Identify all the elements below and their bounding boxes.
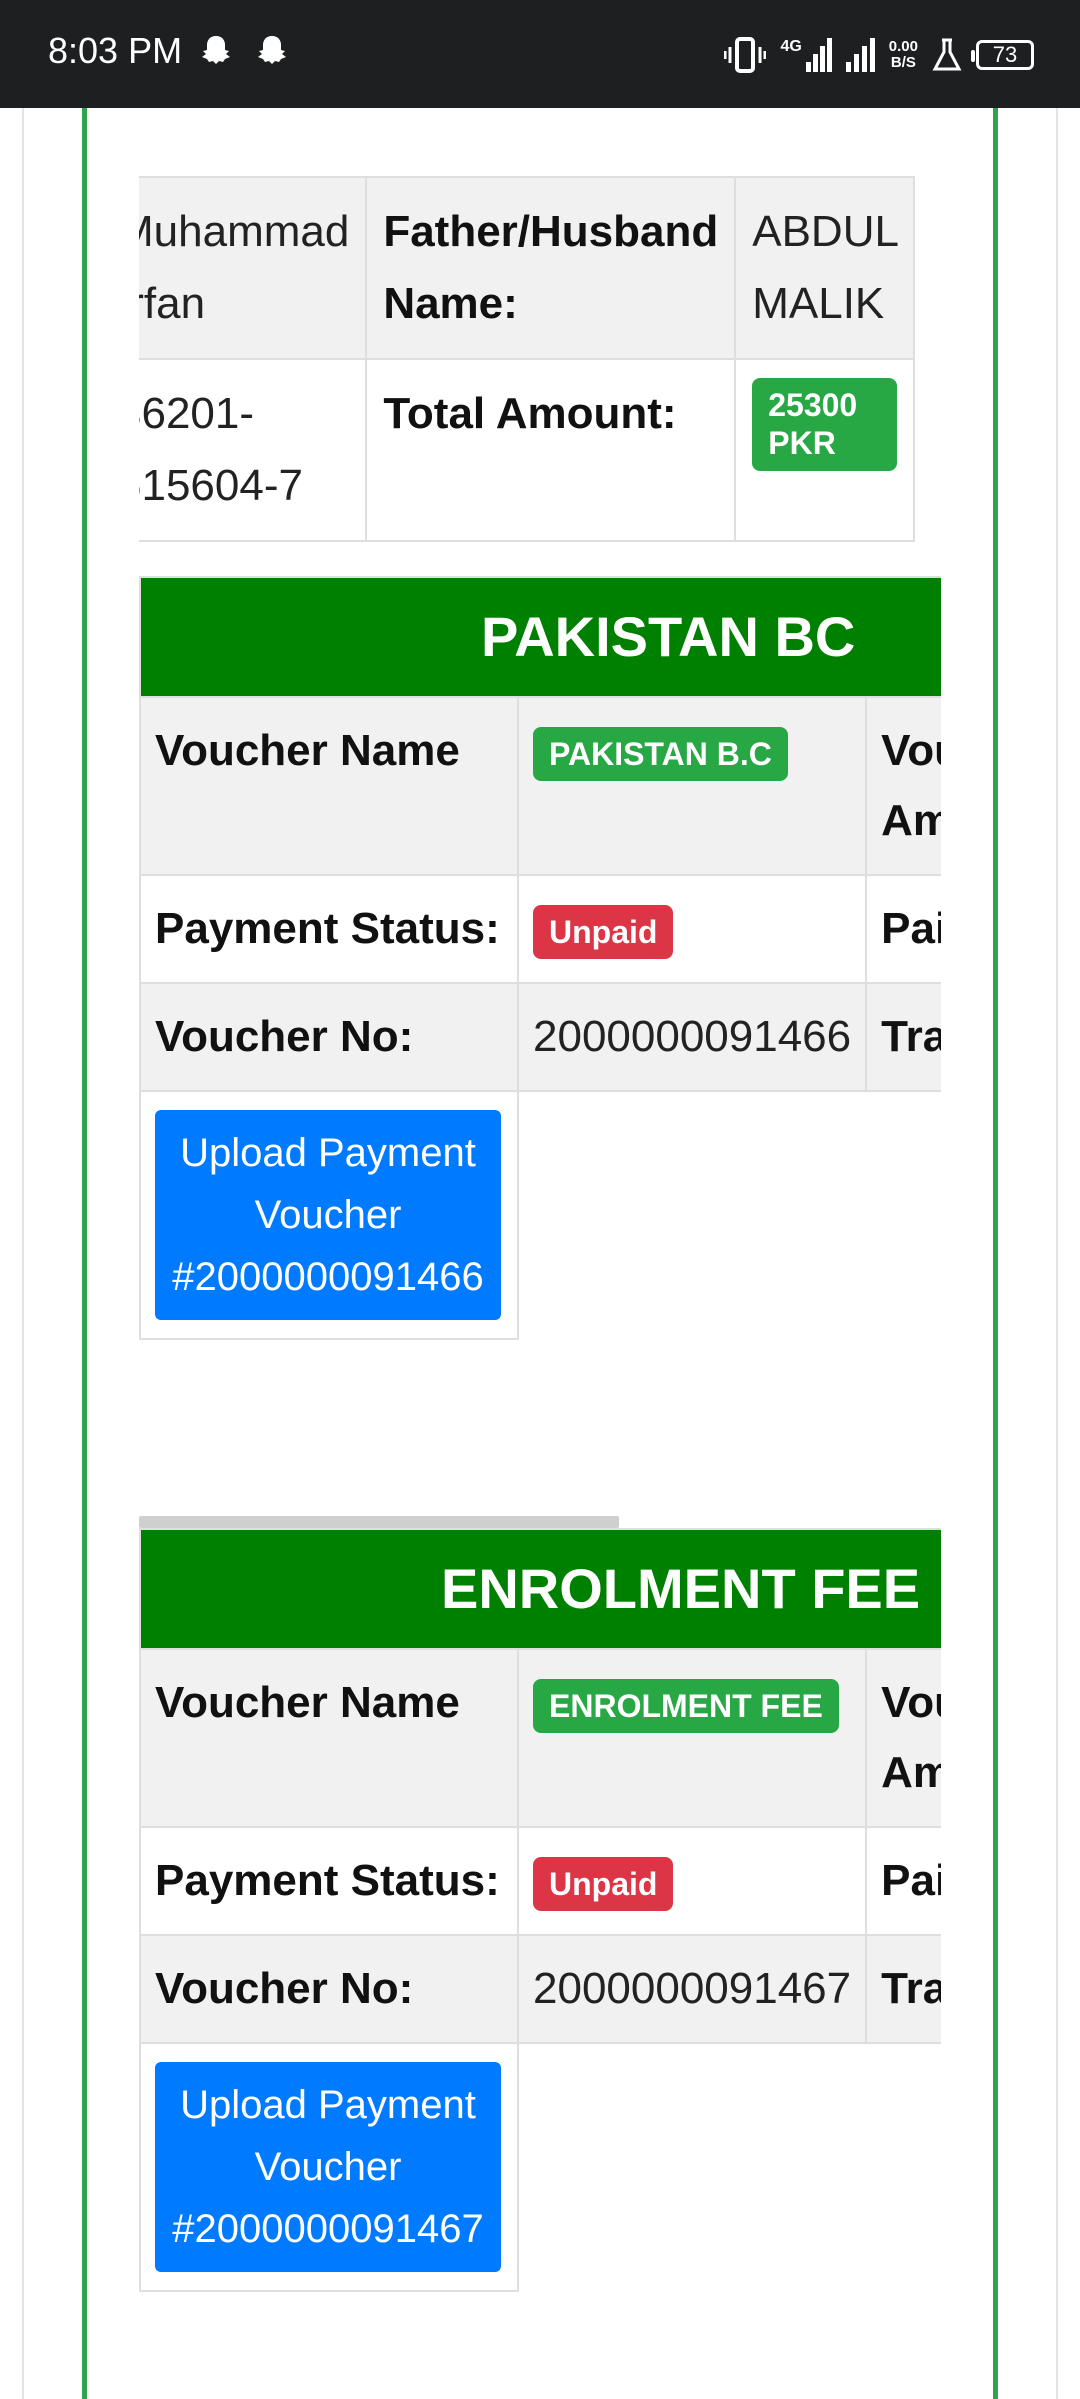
voucher-table: PAKISTAN BC Voucher Name PAKISTAN B.C Vo… <box>139 576 941 1340</box>
voucher-name-cell: ENROLMENT FEE <box>516 1648 868 1828</box>
voucher-title: ENROLMENT FEE <box>139 1528 941 1650</box>
paid-label: Paid <box>865 1826 941 1936</box>
cnic-value: 36201-615604-7 <box>139 358 368 542</box>
status-badge: Unpaid <box>533 1857 674 1912</box>
student-info-table: MuhammadIrfan Father/Husband Name: ABDUL… <box>139 176 916 542</box>
snapchat-icon <box>258 36 286 64</box>
signal-icon: 4G <box>780 38 832 72</box>
paid-label: Paid <box>865 874 941 984</box>
voucher-table: ENROLMENT FEE Voucher Name ENROLMENT FEE… <box>139 1528 941 2292</box>
voucher-no-label: Voucher No: <box>139 1934 519 2044</box>
voucher-no-value: 2000000091466 <box>516 982 868 1092</box>
voucher-name-badge: PAKISTAN B.C <box>533 727 788 782</box>
vibrate-icon <box>724 37 767 73</box>
payment-status-label: Payment Status: <box>139 1826 519 1936</box>
status-time: 8:03 PM <box>48 30 183 71</box>
voucher-name-badge: ENROLMENT FEE <box>533 1679 839 1734</box>
total-amount-cell: 25300 PKR <box>734 358 916 542</box>
table-row: Voucher No: 2000000091466 Trans ID: <box>139 982 941 1092</box>
table-row: Voucher No: 2000000091467 Trans ID: <box>139 1934 941 2044</box>
voucher-name-cell: PAKISTAN B.C <box>516 696 868 876</box>
status-bar: 8:03 PM 4G 0.00 B/S 73 <box>0 0 1080 108</box>
payment-status-label: Payment Status: <box>139 874 519 984</box>
total-amount-label: Total Amount: <box>365 358 737 542</box>
upload-cell: Upload Payment Voucher #2000000091467 <box>139 2042 519 2292</box>
voucher-name-label: Voucher Name <box>139 696 519 876</box>
table-row: Payment Status: Unpaid Paid <box>139 874 941 984</box>
flask-icon <box>932 38 962 71</box>
battery-level: 73 <box>992 42 1018 67</box>
voucher-no-value: 2000000091467 <box>516 1934 868 2044</box>
payment-status-cell: Unpaid <box>516 1826 868 1936</box>
network-type: 4G <box>780 38 802 55</box>
voucher-amount-label: Voucher Amount <box>865 1648 941 1828</box>
trans-id-label: Trans ID: <box>865 982 941 1092</box>
table-row: Upload Payment Voucher #2000000091467 <box>139 2042 941 2292</box>
horizontal-scrollbar[interactable] <box>139 1516 619 1528</box>
snapchat-icon <box>202 36 230 64</box>
table-row: Upload Payment Voucher #2000000091466 <box>139 1090 941 1340</box>
signal-icon-2 <box>845 38 875 72</box>
speed-unit: B/S <box>890 54 916 71</box>
scroll-content[interactable]: MuhammadIrfan Father/Husband Name: ABDUL… <box>139 108 941 2399</box>
voucher-name-label: Voucher Name <box>139 1648 519 1828</box>
voucher-amount-label: Voucher Amount <box>865 696 941 876</box>
voucher-no-label: Voucher No: <box>139 982 519 1092</box>
battery-icon: 73 <box>971 40 1034 70</box>
table-row: 36201-615604-7 Total Amount: 25300 PKR <box>139 358 916 542</box>
status-icons: 4G 0.00 B/S 73 <box>724 30 1034 80</box>
table-row: Payment Status: Unpaid Paid <box>139 1826 941 1936</box>
father-label: Father/Husband Name: <box>365 176 737 360</box>
total-amount-badge: 25300 PKR <box>752 378 898 471</box>
trans-id-label: Trans ID: <box>865 1934 941 2044</box>
upload-payment-voucher-button[interactable]: Upload Payment Voucher #2000000091467 <box>155 2062 501 2272</box>
voucher-title: PAKISTAN BC <box>139 576 941 698</box>
table-row: MuhammadIrfan Father/Husband Name: ABDUL… <box>139 176 916 360</box>
name-value: MuhammadIrfan <box>139 176 368 360</box>
table-row: Voucher Name ENROLMENT FEE Voucher Amoun… <box>139 1648 941 1828</box>
speed-value: 0.00 <box>888 38 918 55</box>
upload-cell: Upload Payment Voucher #2000000091466 <box>139 1090 519 1340</box>
network-speed: 0.00 B/S <box>889 39 918 71</box>
status-badge: Unpaid <box>533 905 674 960</box>
payment-status-cell: Unpaid <box>516 874 868 984</box>
table-row: Voucher Name PAKISTAN B.C Voucher Amount <box>139 696 941 876</box>
upload-payment-voucher-button[interactable]: Upload Payment Voucher #2000000091466 <box>155 1110 501 1320</box>
father-value: ABDUL MALIK <box>734 176 916 360</box>
